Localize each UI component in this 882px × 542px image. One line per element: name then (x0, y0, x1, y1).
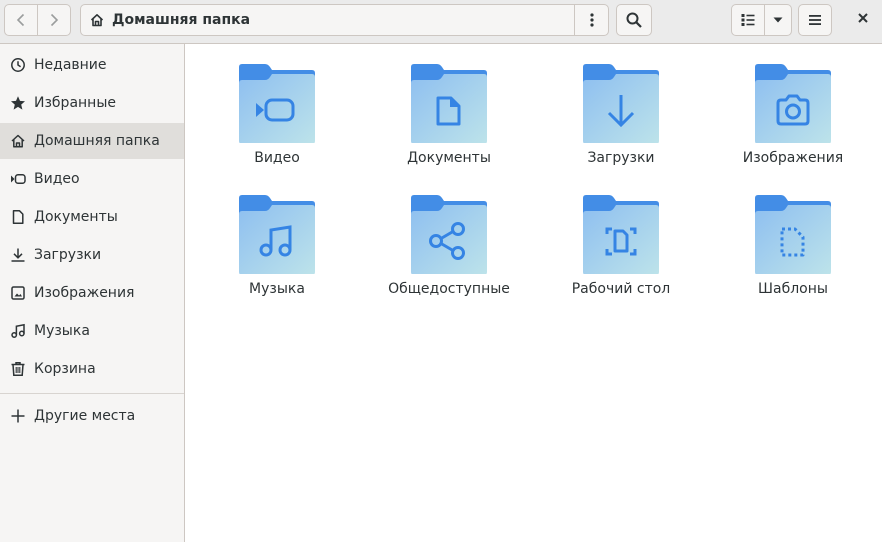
triangle-down-icon (771, 13, 785, 27)
close-icon (856, 11, 870, 29)
sidebar-item-label: Видео (34, 171, 80, 187)
sidebar-item-label: Загрузки (34, 247, 102, 263)
view-mode-button[interactable] (731, 4, 765, 36)
clock-icon (9, 57, 27, 73)
path-bar[interactable]: Домашняя папка (80, 4, 575, 36)
folder-label: Рабочий стол (571, 281, 671, 297)
vertical-dots-icon (584, 12, 600, 28)
sidebar: Недавние Избранные Домашняя папка Видео … (0, 44, 185, 542)
chevron-left-icon (13, 12, 29, 28)
home-icon (9, 133, 27, 149)
folder-item-templates[interactable]: Шаблоны (718, 194, 868, 314)
hamburger-icon (807, 12, 823, 28)
folder-icon (239, 195, 315, 274)
folder-item-documents[interactable]: Документы (374, 63, 524, 183)
folder-label: Шаблоны (758, 281, 828, 297)
folder-icon (583, 195, 659, 274)
header-bar: Домашняя папка (0, 0, 882, 44)
sidebar-item-home[interactable]: Домашняя папка (0, 123, 184, 159)
folder-view: Видео Документы Загрузки Изображения Муз… (185, 44, 882, 542)
sidebar-separator (0, 393, 184, 394)
sidebar-item-pictures[interactable]: Изображения (0, 275, 184, 311)
sidebar-item-downloads[interactable]: Загрузки (0, 237, 184, 273)
home-icon (89, 12, 105, 28)
sidebar-item-label: Музыка (34, 323, 90, 339)
folder-icon (411, 195, 487, 274)
folder-label: Музыка (249, 281, 305, 297)
sidebar-item-label: Изображения (34, 285, 135, 301)
back-button[interactable] (4, 4, 38, 36)
folder-label: Видео (254, 150, 300, 166)
music-icon (9, 323, 27, 339)
close-button[interactable] (847, 4, 879, 36)
folder-item-video[interactable]: Видео (202, 63, 352, 183)
folder-item-desktop[interactable]: Рабочий стол (546, 194, 696, 314)
search-icon (625, 11, 643, 29)
video-icon (9, 171, 27, 187)
folder-icon (583, 64, 659, 143)
folder-label: Загрузки (587, 150, 655, 166)
sidebar-item-other-locations[interactable]: Другие места (0, 398, 184, 434)
document-icon (9, 209, 27, 225)
trash-icon (9, 361, 27, 377)
sidebar-item-trash[interactable]: Корзина (0, 351, 184, 387)
sidebar-item-documents[interactable]: Документы (0, 199, 184, 235)
view-options-dropdown[interactable] (764, 4, 792, 36)
path-label: Домашняя папка (112, 12, 251, 28)
sidebar-item-label: Избранные (34, 95, 116, 111)
sidebar-item-label: Другие места (34, 408, 136, 424)
folder-label: Общедоступные (388, 281, 510, 297)
folder-icon (755, 64, 831, 143)
folder-icon (239, 64, 315, 143)
folder-icon (411, 64, 487, 143)
folder-item-pictures[interactable]: Изображения (718, 63, 868, 183)
sidebar-item-label: Недавние (34, 57, 107, 73)
sidebar-item-starred[interactable]: Избранные (0, 85, 184, 121)
sidebar-item-label: Корзина (34, 361, 96, 377)
folder-label: Документы (407, 150, 491, 166)
plus-icon (9, 408, 27, 424)
sidebar-item-video[interactable]: Видео (0, 161, 184, 197)
folder-label: Изображения (742, 150, 844, 166)
sidebar-item-music[interactable]: Музыка (0, 313, 184, 349)
star-icon (9, 95, 27, 111)
folder-item-downloads[interactable]: Загрузки (546, 63, 696, 183)
path-menu-button[interactable] (574, 4, 609, 36)
download-icon (9, 247, 27, 263)
list-view-icon (740, 12, 756, 28)
forward-button[interactable] (37, 4, 71, 36)
folder-icon (755, 195, 831, 274)
image-icon (9, 285, 27, 301)
sidebar-item-label: Документы (34, 209, 118, 225)
chevron-right-icon (46, 12, 62, 28)
folder-item-public[interactable]: Общедоступные (374, 194, 524, 314)
search-button[interactable] (616, 4, 652, 36)
sidebar-item-recent[interactable]: Недавние (0, 47, 184, 83)
sidebar-item-label: Домашняя папка (34, 133, 160, 149)
folder-item-music[interactable]: Музыка (202, 194, 352, 314)
main-menu-button[interactable] (798, 4, 832, 36)
